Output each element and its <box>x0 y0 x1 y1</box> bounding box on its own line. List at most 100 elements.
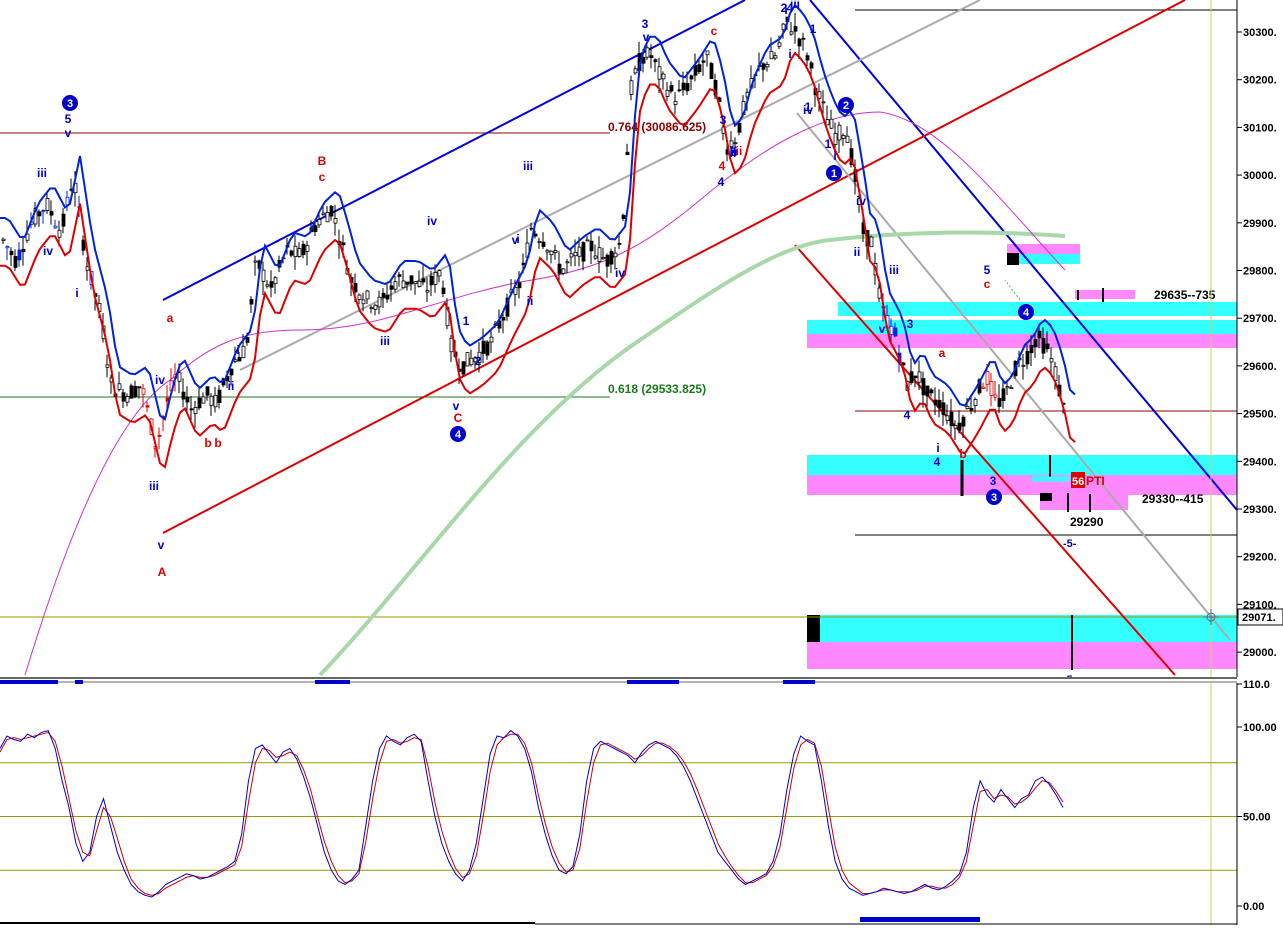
candle-body <box>1009 387 1014 390</box>
candle-body <box>249 299 254 305</box>
candle-body <box>561 268 566 274</box>
candle-body <box>705 50 710 56</box>
wave-label-red: b <box>959 447 966 461</box>
candle-body <box>597 247 602 262</box>
panel-separator[interactable] <box>0 677 1283 684</box>
candle-body <box>145 405 150 408</box>
zone-cyan-low <box>807 615 1238 642</box>
candle-body <box>517 282 522 289</box>
candle-body <box>181 391 186 400</box>
candle-body <box>333 218 338 224</box>
candle-body <box>9 250 14 256</box>
wave-circle-label: 1 <box>831 168 837 180</box>
candle-body <box>805 55 810 61</box>
zone-pink-low <box>807 642 1238 669</box>
wave-label-blue: 3 <box>907 317 914 331</box>
candle-body <box>625 151 630 156</box>
candle-body <box>925 385 930 397</box>
candle-body <box>385 294 390 300</box>
price-tick-label: 29000. <box>1243 647 1277 659</box>
wave-label-blue: i <box>784 3 787 17</box>
candle-body <box>193 407 198 414</box>
wave-label-blue: iii <box>790 0 800 11</box>
candle-body <box>825 119 830 126</box>
wave-label-blue: v <box>643 30 650 44</box>
candle-body <box>121 392 126 402</box>
candle-body <box>793 26 798 32</box>
wave-label-red: B <box>318 154 327 168</box>
candle-body <box>837 124 842 141</box>
candle-body <box>413 281 418 285</box>
candle-body <box>573 251 578 257</box>
wave-label-red: b <box>204 436 211 450</box>
wave-label-blue: 1 <box>463 314 470 328</box>
candle-body <box>177 372 182 382</box>
candle-body <box>241 345 246 359</box>
candle-body <box>633 68 638 74</box>
candle-body <box>941 402 946 416</box>
wave-label-blue: i <box>516 232 519 246</box>
wave-label-red: C <box>454 411 463 425</box>
candle-body <box>629 80 634 95</box>
wave-label-blue: iii <box>889 263 899 277</box>
wave-label-blue: 4 <box>904 408 911 422</box>
candle-body <box>265 284 270 287</box>
candle-body <box>205 386 210 396</box>
candle-body <box>1021 364 1026 367</box>
candle-body <box>937 399 942 409</box>
candle-body <box>45 197 50 212</box>
candle-body <box>381 292 386 298</box>
candle-body <box>141 388 146 395</box>
candle-body <box>661 73 666 80</box>
candle-body <box>61 213 66 227</box>
candle-body <box>961 416 966 427</box>
candle-body <box>737 122 742 133</box>
candle-body <box>537 241 542 243</box>
candle-body <box>533 233 538 237</box>
candle-body <box>321 212 326 215</box>
wave-label-blue: iv <box>803 103 813 117</box>
wave-label-blue: i <box>75 286 78 300</box>
candle-body <box>541 241 546 247</box>
wave-circle-label: 4 <box>455 429 462 441</box>
candle-body <box>677 89 682 92</box>
price-tick-label: 30000. <box>1243 170 1277 182</box>
candle-body <box>969 407 974 411</box>
candle-body <box>565 261 570 264</box>
wave-label-blue: 3 <box>720 113 727 127</box>
candle-body <box>893 327 898 337</box>
candle-body <box>13 255 18 268</box>
candle-body <box>997 397 1002 407</box>
candle-body <box>929 389 934 394</box>
candle-body <box>773 55 778 59</box>
candle-body <box>617 242 622 245</box>
price-label-1: 29635--735 <box>1154 288 1216 302</box>
candle-body <box>689 75 694 80</box>
wave-label-red: c <box>711 24 718 38</box>
candle-body <box>329 205 334 217</box>
candle-body <box>809 62 814 69</box>
candle-body <box>189 408 194 411</box>
candle-body <box>209 395 214 406</box>
candle-body <box>105 364 110 368</box>
candle-body <box>549 250 554 256</box>
pti-value: 56 <box>1072 476 1084 488</box>
candle-body <box>889 325 894 335</box>
wave-label-blue: ii <box>527 294 534 308</box>
last-price-label: 29071. <box>1242 612 1276 624</box>
osc-tick-label: 50.00 <box>1243 812 1271 824</box>
candle-body <box>229 368 234 376</box>
candle-body <box>417 280 422 287</box>
candle-body <box>201 396 206 404</box>
wave-label-blue: iv <box>155 373 165 387</box>
wave-circle-label: 3 <box>67 98 73 110</box>
candle-body <box>1049 358 1054 363</box>
candle-body <box>673 100 678 105</box>
candle-body <box>425 290 430 293</box>
osc-tick-label: 110.0 <box>1243 679 1270 691</box>
candle-body <box>361 299 366 305</box>
candle-body <box>965 406 970 409</box>
candle-body <box>1045 343 1050 350</box>
wave-label-blue: 5 <box>984 263 991 277</box>
candle-body <box>657 66 662 80</box>
